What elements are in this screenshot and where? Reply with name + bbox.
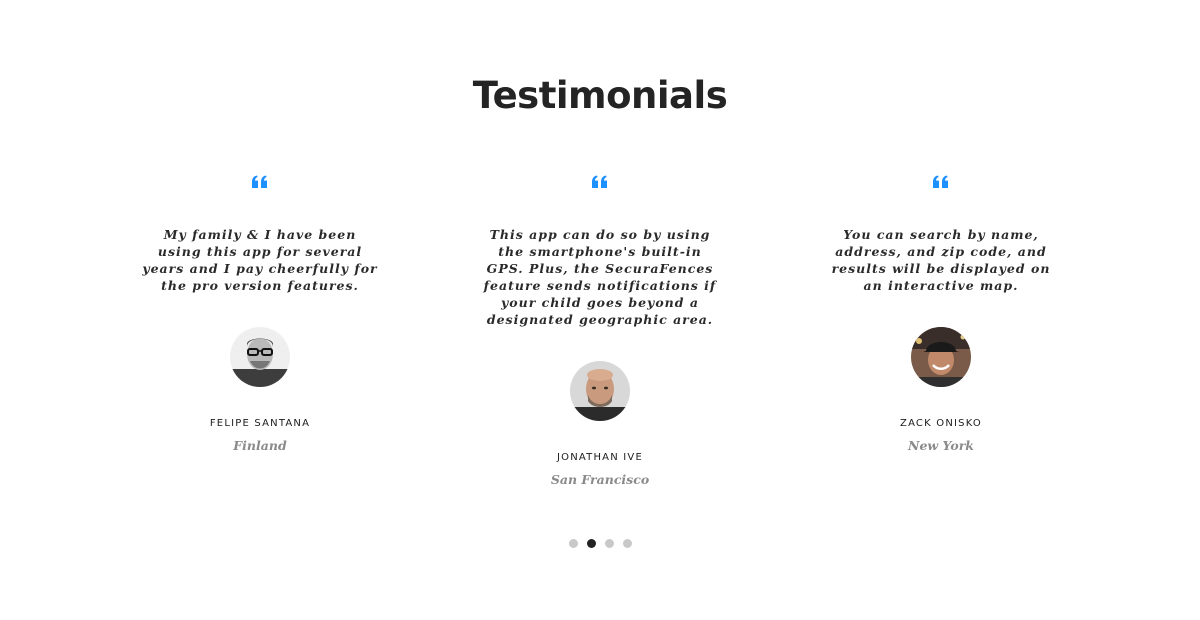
testimonial-card: My family & I have been using this app f… — [140, 172, 380, 454]
pagination-dot-1[interactable] — [568, 539, 578, 548]
testimonial-author-location: Finland — [233, 438, 287, 453]
testimonial-card: This app can do so by using the smartpho… — [480, 172, 720, 488]
testimonial-card: You can search by name, address, and zip… — [821, 172, 1061, 454]
avatar — [570, 361, 630, 421]
avatar — [911, 327, 971, 387]
testimonial-author-name: JONATHAN IVE — [556, 452, 643, 463]
testimonial-author-location: New York — [908, 438, 974, 453]
testimonial-author-name: FELIPE SANTANA — [209, 418, 311, 429]
testimonial-quote: My family & I have been using this app f… — [142, 227, 378, 293]
section-title: Testimonials — [472, 74, 728, 117]
testimonial-quote: You can search by name, address, and zip… — [831, 227, 1051, 293]
pagination-dot-2[interactable] — [586, 539, 596, 548]
pagination-dot-4[interactable] — [622, 539, 632, 548]
avatar — [230, 327, 290, 387]
testimonial-quote: This app can do so by using the smartpho… — [483, 227, 717, 327]
quote-icon — [933, 175, 948, 188]
testimonial-author-location: San Francisco — [550, 472, 650, 487]
pagination-dot-3[interactable] — [604, 539, 614, 548]
testimonial-author-name: ZACK ONISKO — [900, 418, 982, 429]
quote-icon — [252, 175, 267, 188]
carousel-pagination — [0, 539, 1200, 548]
quote-icon — [592, 175, 607, 188]
